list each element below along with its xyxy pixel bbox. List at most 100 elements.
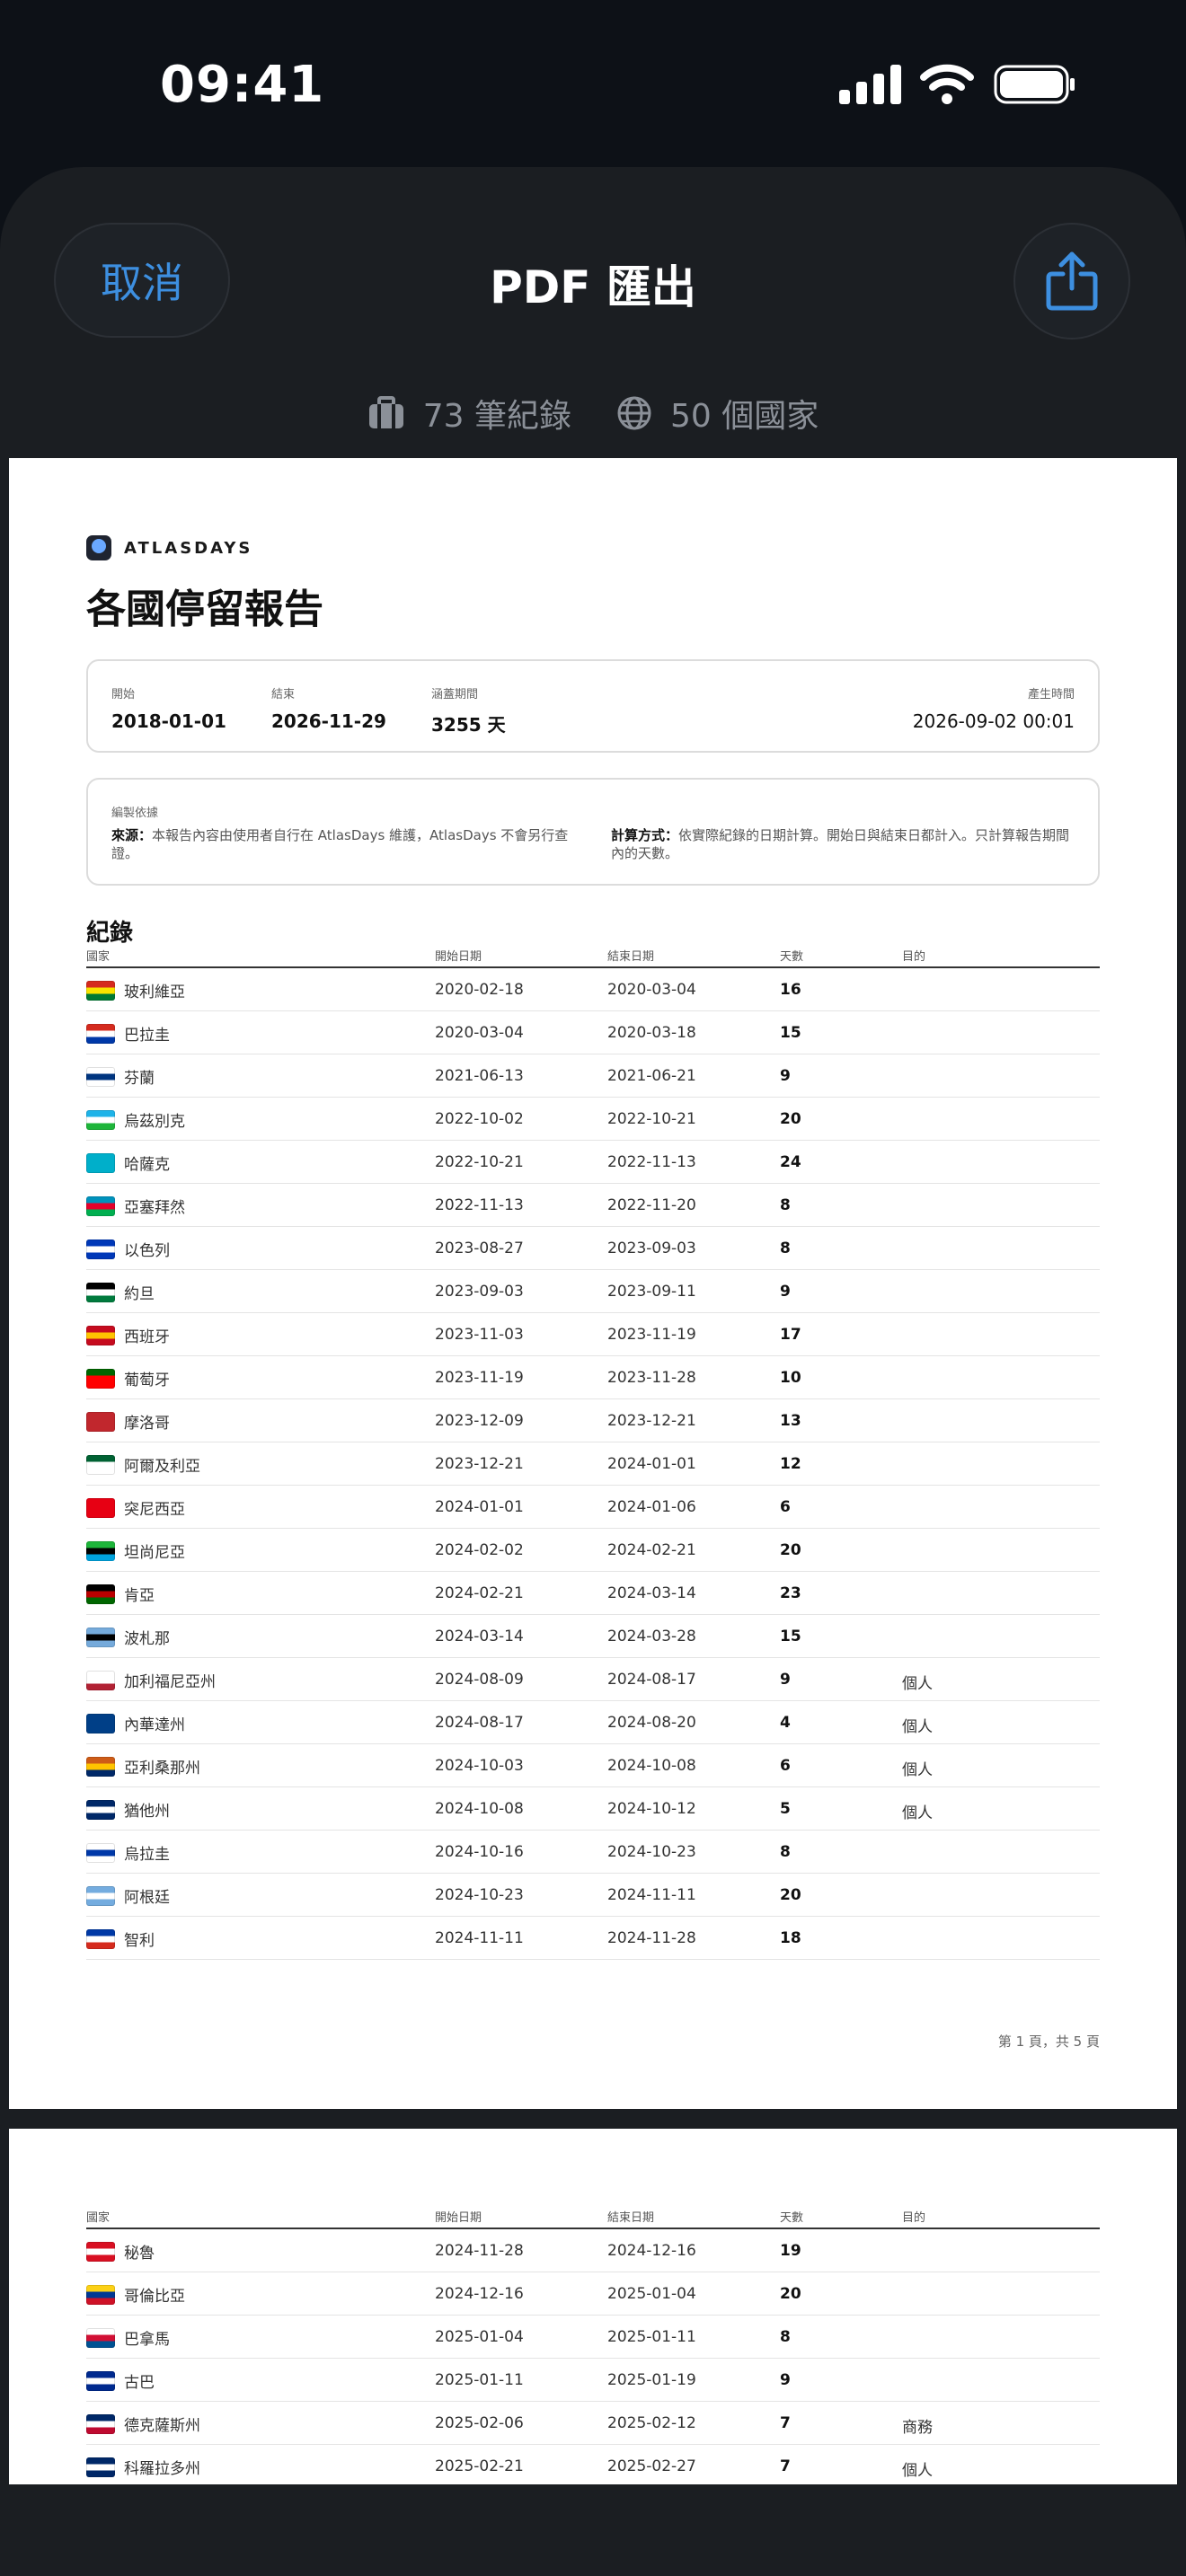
country-cell: 亞塞拜然 <box>86 1195 185 1217</box>
start-date-cell: 2025-01-04 <box>435 2328 524 2346</box>
country-flag-icon <box>86 1368 115 1389</box>
records-count: 73 筆紀錄 <box>367 390 571 437</box>
table-row: 德克薩斯州 2025-02-06 2025-02-12 7 商務 <box>86 2402 1100 2445</box>
country-flag-icon <box>86 1756 115 1777</box>
start-date-cell: 2024-10-16 <box>435 1843 524 1861</box>
days-cell: 20 <box>780 2285 801 2303</box>
country-cell: 以色列 <box>86 1238 170 1260</box>
country-flag-icon <box>86 1497 115 1518</box>
days-cell: 9 <box>780 1671 791 1689</box>
start-date-cell: 2023-12-09 <box>435 1412 524 1430</box>
start-date-cell: 2023-11-03 <box>435 1326 524 1344</box>
country-flag-icon <box>86 1928 115 1949</box>
table-row: 肯亞 2024-02-21 2024-03-14 23 <box>86 1572 1100 1615</box>
days-cell: 19 <box>780 2242 801 2260</box>
days-cell: 4 <box>780 1714 791 1732</box>
end-date-cell: 2024-03-14 <box>607 1584 696 1602</box>
end-date-cell: 2024-03-28 <box>607 1628 696 1645</box>
brand-name: ATLASDAYS <box>124 538 253 558</box>
start-date-cell: 2024-11-28 <box>435 2242 524 2260</box>
days-cell: 8 <box>780 1843 791 1861</box>
records-count-label: 73 筆紀錄 <box>422 398 571 435</box>
end-date-cell: 2023-09-03 <box>607 1239 696 1257</box>
end-date-cell: 2023-11-28 <box>607 1369 696 1387</box>
start-date-cell: 2025-01-11 <box>435 2371 524 2389</box>
start-date-cell: 2020-03-04 <box>435 1024 524 1042</box>
status-time: 09:41 <box>160 56 325 114</box>
country-cell: 芬蘭 <box>86 1065 155 1088</box>
country-cell: 內華達州 <box>86 1712 185 1734</box>
end-date-cell: 2024-02-21 <box>607 1541 696 1559</box>
purpose-cell: 個人 <box>902 1761 933 1779</box>
table-row: 突尼西亞 2024-01-01 2024-01-06 6 <box>86 1486 1100 1529</box>
report-meta-box: 開始 2018-01-01 結束 2026-11-29 涵蓋期間 3255 天 … <box>86 659 1100 753</box>
country-flag-icon <box>86 2327 115 2348</box>
country-flag-icon <box>86 1195 115 1216</box>
country-cell: 葡萄牙 <box>86 1367 170 1389</box>
status-bar: 09:41 <box>0 0 1186 171</box>
start-date-cell: 2025-02-21 <box>435 2457 524 2475</box>
country-cell: 巴拉圭 <box>86 1022 170 1045</box>
days-cell: 8 <box>780 1196 791 1214</box>
days-cell: 5 <box>780 1800 791 1818</box>
country-flag-icon <box>86 1584 115 1604</box>
days-cell: 12 <box>780 1455 801 1473</box>
days-cell: 6 <box>780 1498 791 1516</box>
start-date-cell: 2024-08-09 <box>435 1671 524 1689</box>
country-cell: 德克薩斯州 <box>86 2413 200 2435</box>
start-date-cell: 2024-08-17 <box>435 1714 524 1732</box>
country-flag-icon <box>86 2457 115 2477</box>
country-flag-icon <box>86 2241 115 2262</box>
table-row: 古巴 2025-01-11 2025-01-19 9 <box>86 2359 1100 2402</box>
records-table-page-1: 國家 開始日期 結束日期 天數 目的 玻利維亞 2020-02-18 2020-03… <box>86 943 1100 1960</box>
country-flag-icon <box>86 2413 115 2434</box>
days-cell: 20 <box>780 1886 801 1904</box>
country-flag-icon <box>86 1540 115 1561</box>
days-cell: 9 <box>780 1283 791 1301</box>
country-cell: 阿根廷 <box>86 1884 170 1907</box>
start-date-cell: 2024-10-03 <box>435 1757 524 1775</box>
table-row: 坦尚尼亞 2024-02-02 2024-02-21 20 <box>86 1529 1100 1572</box>
days-cell: 15 <box>780 1628 801 1645</box>
suitcase-icon <box>368 396 403 428</box>
days-cell: 9 <box>780 2371 791 2389</box>
share-icon <box>1046 251 1098 311</box>
days-cell: 17 <box>780 1326 801 1344</box>
end-date-cell: 2023-12-21 <box>607 1412 696 1430</box>
table-row: 摩洛哥 2023-12-09 2023-12-21 13 <box>86 1399 1100 1442</box>
country-cell: 猶他州 <box>86 1798 170 1821</box>
country-flag-icon <box>86 2370 115 2391</box>
end-date-cell: 2024-10-12 <box>607 1800 696 1818</box>
table-row: 亞利桑那州 2024-10-03 2024-10-08 6 個人 <box>86 1744 1100 1787</box>
country-cell: 摩洛哥 <box>86 1410 170 1433</box>
days-cell: 8 <box>780 2328 791 2346</box>
country-cell: 約旦 <box>86 1281 155 1303</box>
table-body: 秘魯 2024-11-28 2024-12-16 19 哥倫比亞 2024-12-16 20… <box>86 2229 1100 2484</box>
country-cell: 智利 <box>86 1928 155 1950</box>
table-row: 哥倫比亞 2024-12-16 2025-01-04 20 <box>86 2272 1100 2316</box>
country-flag-icon <box>86 1454 115 1475</box>
table-row: 智利 2024-11-11 2024-11-28 18 <box>86 1917 1100 1960</box>
share-button[interactable] <box>1013 223 1130 340</box>
meta-start: 開始 2018-01-01 <box>111 688 226 732</box>
basis-box: 編製依據 來源：本報告內容由使用者自行在 AtlasDays 維護，AtlasD… <box>86 778 1100 886</box>
table-row: 科羅拉多州 2025-02-21 2025-02-27 7 個人 <box>86 2445 1100 2484</box>
country-cell: 秘魯 <box>86 2240 155 2263</box>
country-cell: 西班牙 <box>86 1324 170 1346</box>
table-row: 內華達州 2024-08-17 2024-08-20 4 個人 <box>86 1701 1100 1744</box>
globe-icon <box>617 396 651 430</box>
country-cell: 亞利桑那州 <box>86 1755 200 1778</box>
country-cell: 突尼西亞 <box>86 1496 185 1519</box>
cellular-signal-icon <box>839 65 901 104</box>
end-date-cell: 2022-10-21 <box>607 1110 696 1128</box>
report-title: 各國停留報告 <box>86 587 323 632</box>
start-date-cell: 2024-12-16 <box>435 2285 524 2303</box>
country-flag-icon <box>86 1842 115 1863</box>
end-date-cell: 2025-01-19 <box>607 2371 696 2389</box>
start-date-cell: 2024-10-08 <box>435 1800 524 1818</box>
start-date-cell: 2023-09-03 <box>435 1283 524 1301</box>
start-date-cell: 2022-11-13 <box>435 1196 524 1214</box>
end-date-cell: 2025-01-11 <box>607 2328 696 2346</box>
country-flag-icon <box>86 1109 115 1130</box>
table-row: 阿根廷 2024-10-23 2024-11-11 20 <box>86 1874 1100 1917</box>
